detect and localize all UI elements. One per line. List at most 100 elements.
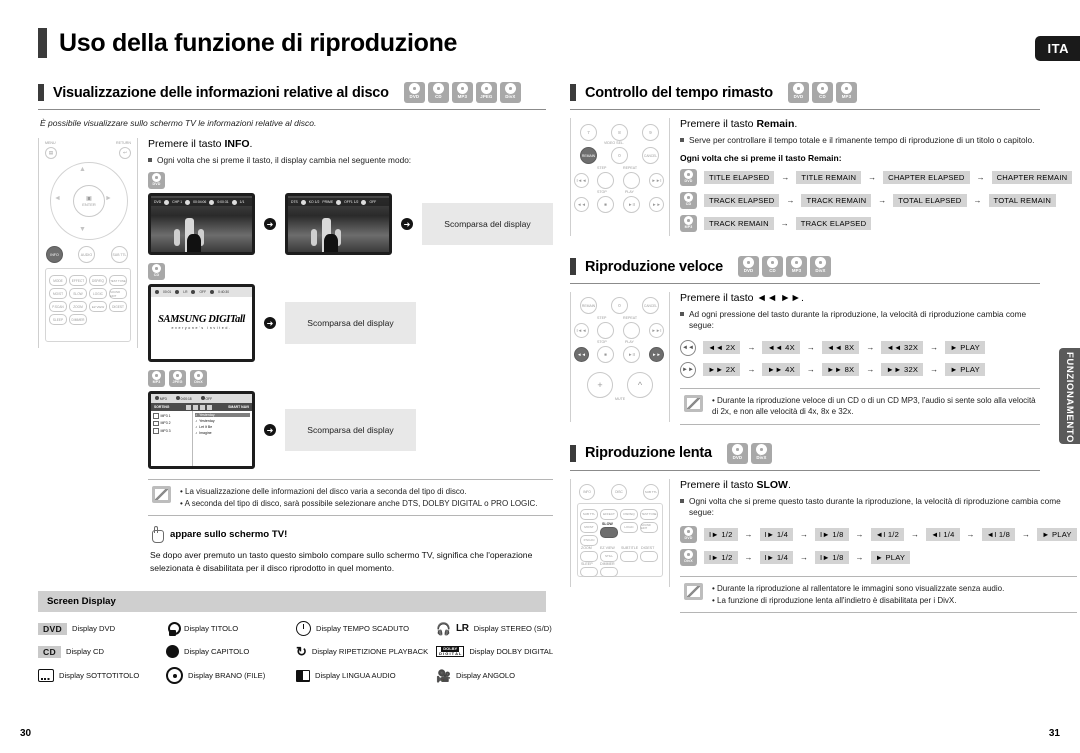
arrow-icon: →: [800, 530, 808, 540]
remote-key-logic: LOGIC: [89, 288, 107, 299]
remote-label-dimmer: DIMMER: [600, 561, 615, 566]
section-heading-slow: Riproduzione lenta DVD DivX: [570, 442, 1040, 470]
remote-key-slow: [600, 526, 618, 538]
remain-sequence-mp3: MP3 TRACK REMAIN → TRACK ELAPSED: [680, 215, 1072, 233]
disc-badge-mp3-icon: MP3: [786, 256, 807, 278]
remote-key-enter: ▣ ENTER: [73, 185, 105, 217]
sequence-step: CHAPTER REMAIN: [991, 171, 1073, 185]
sequence-step: ►► 8X: [821, 363, 860, 377]
sequence-step: ◄◄ 2X: [703, 341, 741, 355]
sequence-step: TOTAL REMAIN: [988, 194, 1057, 208]
remote-key-logic: LOGIC: [620, 521, 638, 533]
remote-image-info: MENU RETURN ▤ ↩ ▣ ENTER ▲ ▼ ◄ ► INFO AUDI…: [38, 138, 138, 348]
clock-icon: [296, 621, 311, 637]
disc-badge-mp3-icon: MP3: [451, 82, 473, 103]
mp3-track-item: ♪ Imagine: [195, 431, 212, 436]
remote-key-remain: REMAIN: [580, 297, 597, 315]
arrow-icon: →: [781, 173, 790, 183]
remote-label-return: RETURN: [116, 141, 131, 145]
remote-key-dimmer: DIMMER: [69, 314, 87, 325]
slow-bullet: Ogni volta che si preme questo tasto dur…: [680, 496, 1077, 518]
screen-display-grid: DVD Display DVD Display TITOLO Display TE…: [38, 621, 553, 685]
bullet-square-icon: [148, 158, 152, 162]
repeat-icon: ↻: [296, 643, 307, 659]
sd-item-repeat: ↻ Display RIPETIZIONE PLAYBACK: [296, 643, 429, 659]
hand-note-body: Se dopo aver premuto un tasto questo sim…: [150, 550, 533, 574]
sequence-step: ►► 4X: [762, 363, 800, 377]
note-item: Durante la riproduzione veloce di un CD …: [712, 395, 1036, 418]
sequence-step: ◄◄ 8X: [821, 341, 860, 355]
remote-key-0: 0: [611, 297, 628, 315]
remote-key-prev: I◄◄: [574, 323, 589, 339]
remote-key-soundedit: SOUND EDIT: [109, 288, 127, 299]
remote-key-cancel: CANCEL: [642, 297, 659, 315]
step-title-slow: Premere il tasto SLOW.: [680, 478, 791, 491]
forward-key-icon: ►►: [680, 361, 696, 378]
tv-screenshot-cd-logo: 00:01 LR OFF 0:40:30 SAMSUNG DIGITall ev…: [148, 284, 255, 363]
disc-badge-divx-icon: DivX: [750, 442, 772, 464]
note-item: La funzione di riproduzione lenta all'in…: [712, 595, 1004, 607]
remote-key-mode: MODE: [49, 275, 67, 286]
fast-sequence-rewind: ◄◄ ◄◄ 2X → ◄◄ 4X → ◄◄ 8X → ◄◄ 32X → ► PLAY: [680, 339, 1040, 356]
remote-key-next: ►►I: [649, 323, 664, 339]
remote-key-8: 8: [611, 124, 628, 141]
remote-label-repeat: REPEAT: [623, 316, 638, 321]
arrow-icon: →: [866, 343, 875, 353]
disc-badge-group-remain: DVD CD MP3: [787, 82, 857, 103]
mp3-osd-sequence: MP3 0:00:18 OFF SORTING SMART NAVI MP3 1 …: [148, 391, 553, 470]
remote-key-rew: ◄◄: [574, 197, 589, 212]
sequence-step: ◄◄ 32X: [881, 341, 924, 355]
remote-key-next: ►►I: [649, 173, 664, 188]
tv-screenshot-dvd-osd2: DTS KO 1/2 PRIME OFF1 1/2 OFF: [285, 193, 392, 256]
pencil-icon: [684, 394, 703, 412]
page-title: Uso della funzione di riproduzione: [59, 28, 458, 57]
sd-item-cd: CD Display CD: [38, 645, 166, 658]
info-bullet: Ogni volta che si preme il tasto, il dis…: [148, 155, 553, 166]
remote-label-play: PLAY: [625, 190, 634, 194]
pencil-icon: [152, 486, 171, 504]
remote-key-zoom: ZOOM: [69, 301, 87, 312]
bullet-square-icon: [680, 138, 684, 142]
section-accent-bar: [38, 84, 44, 101]
sd-item-elapsed: Display TEMPO SCADUTO: [296, 621, 436, 637]
sequence-step: TITLE REMAIN: [796, 171, 862, 185]
remote-key-mode: SUB TTL: [580, 508, 598, 520]
remote-image-remain: 7 8 9 VIDEO SEL. REMAIN 0 CANCEL STEP RE…: [570, 118, 670, 236]
remote-key-audio: AUDIO: [78, 246, 95, 263]
remote-label-subtitle: SUBTITLE: [621, 545, 639, 550]
fast-bullet: Ad ogni pressione del tasto durante la r…: [680, 309, 1040, 331]
arrow-icon: →: [744, 530, 753, 540]
remote-key-channel-up: ^: [627, 372, 653, 399]
note-item: Durante la riproduzione al rallentatore …: [712, 583, 1004, 595]
sequence-step: TRACK ELAPSED: [795, 217, 872, 231]
slow-sequence-divx: DivX I► 1/2 → I► 1/4 → I► 1/8 → ► PLAY: [680, 549, 1077, 567]
disc-badge-dvd-icon: DVD: [726, 442, 748, 464]
track-icon: [166, 667, 183, 685]
remote-key-most: MO/ST: [580, 521, 598, 533]
sequence-arrow-icon: ➜: [264, 218, 276, 231]
disc-badge-jpeg-icon: JPEG: [475, 82, 497, 103]
fast-sequence-forward: ►► ►► 2X → ►► 4X → ►► 8X → ►► 32X → ► PLAY: [680, 361, 1040, 378]
tv-screenshot-mp3-browser: MP3 0:00:18 OFF SORTING SMART NAVI MP3 1 …: [148, 391, 255, 470]
remain-sub-lead: Ogni volta che si preme il tasto Remain:: [680, 153, 842, 164]
remote-label-play: PLAY: [625, 340, 634, 345]
section-heading-info: Visualizzazione delle informazioni relat…: [38, 82, 546, 109]
arrow-icon: →: [855, 530, 864, 540]
vanish-label-cd: Scomparsa del display: [285, 302, 416, 345]
remote-key-sleep: SLEEP: [49, 314, 67, 325]
cd-tag-icon: CD: [38, 645, 62, 658]
fast-steps-body: Premere il tasto ◄◄ ►►. Ad ogni pression…: [680, 292, 1040, 435]
slow-steps-body: Premere il tasto SLOW. Ogni volta che si…: [680, 479, 1077, 624]
dvd-osd-sequence: DVD CHP 1 00:04:06 0:00:31 1/1 ➜ DTS KO 1/2 …: [148, 193, 553, 256]
disc-badge-cd-row-icon: CD: [148, 263, 165, 281]
info-steps-body: Premere il tasto INFO. Ogni volta che si…: [148, 138, 553, 575]
arrow-icon: →: [866, 365, 875, 375]
dvd-tag-icon: DVD: [38, 622, 68, 635]
cd-osd-sequence: 00:01 LR OFF 0:40:30 SAMSUNG DIGITall ev…: [148, 284, 553, 363]
remote-key-7: 7: [580, 124, 597, 141]
remote-label-digest: DIGEST: [641, 545, 655, 550]
disc-badge-group-media: MP3 JPEG DivX: [148, 370, 553, 388]
note-box-info: La visualizzazione delle informazioni de…: [148, 479, 553, 517]
arrow-icon: →: [878, 196, 887, 206]
audio-language-icon: [296, 669, 310, 682]
